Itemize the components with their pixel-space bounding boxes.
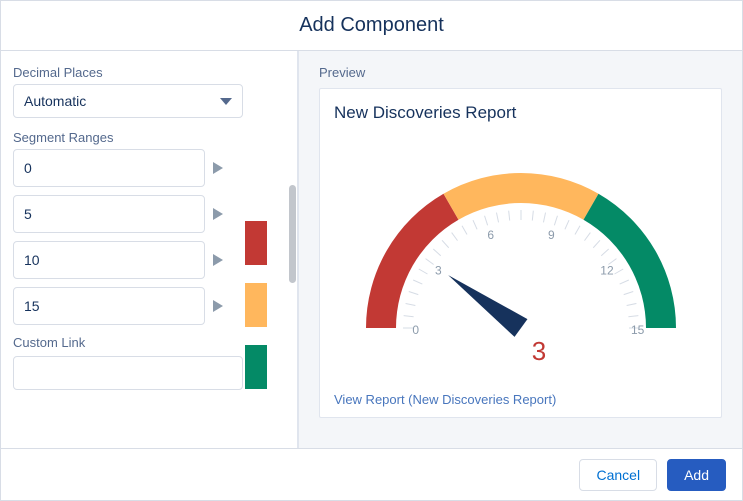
play-icon[interactable] xyxy=(213,162,223,174)
svg-text:12: 12 xyxy=(600,263,614,277)
add-button[interactable]: Add xyxy=(667,459,726,491)
segment-input-1[interactable] xyxy=(13,195,205,233)
gauge-chart: 0 3 6 9 12 15 3 xyxy=(334,127,707,388)
preview-label: Preview xyxy=(319,65,722,80)
modal-footer: Cancel Add xyxy=(1,448,742,500)
play-icon[interactable] xyxy=(213,208,223,220)
scrollbar-thumb[interactable] xyxy=(289,185,296,283)
segment-row xyxy=(13,241,279,279)
preview-title: New Discoveries Report xyxy=(334,103,707,123)
play-icon[interactable] xyxy=(213,254,223,266)
segment-input-2[interactable] xyxy=(13,241,205,279)
add-component-modal: Add Component Decimal Places Automatic S… xyxy=(0,0,743,501)
preview-card: New Discoveries Report 0 3 6 9 12 15 3 View Re… xyxy=(319,88,722,418)
segment-ranges-label: Segment Ranges xyxy=(13,130,279,145)
caret-down-icon xyxy=(220,98,232,105)
cancel-button[interactable]: Cancel xyxy=(579,459,657,491)
view-report-link[interactable]: View Report (New Discoveries Report) xyxy=(334,392,707,407)
svg-text:6: 6 xyxy=(487,227,494,241)
segment-input-3[interactable] xyxy=(13,287,205,325)
play-icon[interactable] xyxy=(213,300,223,312)
svg-text:3: 3 xyxy=(531,336,545,366)
segment-color-swatch-red[interactable] xyxy=(245,221,267,265)
svg-text:0: 0 xyxy=(412,323,419,337)
modal-header: Add Component xyxy=(1,1,742,51)
custom-link-label: Custom Link xyxy=(13,335,279,350)
segment-row xyxy=(13,195,279,233)
segment-row xyxy=(13,287,279,325)
segment-color-swatch-green[interactable] xyxy=(245,345,267,389)
segment-row xyxy=(13,149,279,187)
preview-panel: Preview New Discoveries Report 0 3 6 9 12 15 3… xyxy=(299,51,742,448)
decimal-places-select[interactable]: Automatic xyxy=(13,84,243,118)
decimal-places-label: Decimal Places xyxy=(13,65,279,80)
svg-text:15: 15 xyxy=(631,323,645,337)
modal-body: Decimal Places Automatic Segment Ranges xyxy=(1,51,742,448)
svg-text:9: 9 xyxy=(547,227,554,241)
decimal-places-value: Automatic xyxy=(24,93,86,109)
segment-input-0[interactable] xyxy=(13,149,205,187)
segment-color-swatch-yellow[interactable] xyxy=(245,283,267,327)
config-panel: Decimal Places Automatic Segment Ranges xyxy=(1,51,299,448)
svg-text:3: 3 xyxy=(435,263,442,277)
modal-title: Add Component xyxy=(299,14,444,37)
custom-link-input[interactable] xyxy=(13,356,243,390)
